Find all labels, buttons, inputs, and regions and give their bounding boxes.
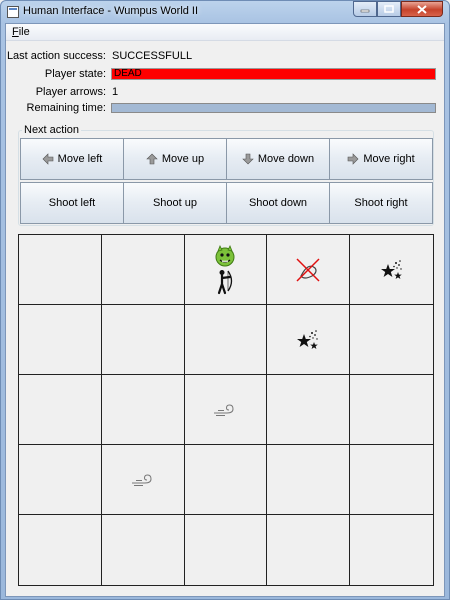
maximize-button[interactable] [377, 1, 401, 17]
board-cell [101, 375, 185, 445]
board-cell [267, 305, 351, 375]
board-cell [350, 375, 433, 445]
remaining-time-label: Remaining time: [26, 102, 106, 114]
maximize-icon [384, 5, 394, 13]
board-cell [267, 515, 351, 585]
player-state-label: Player state: [44, 68, 106, 80]
board-cell [267, 235, 351, 305]
arrow-down-icon [242, 153, 254, 165]
board-cell [19, 515, 102, 585]
move-right-button[interactable]: Move right [329, 138, 433, 180]
board-cell [185, 515, 268, 585]
move-down-label: Move down [257, 153, 315, 165]
player-arrows-value: 1 [112, 86, 119, 98]
last-action-label: Last action success: [6, 50, 106, 62]
stench-stars-icon [380, 258, 404, 282]
next-action-title: Next action [22, 124, 82, 136]
arrow-up-icon [146, 153, 158, 165]
board-cell [350, 515, 433, 585]
title-bar[interactable]: Human Interface - Wumpus World II [1, 1, 449, 23]
board-cell [19, 445, 102, 515]
move-up-label: Move up [161, 153, 205, 165]
content-pane: File Last action success: SUCCESSFULL Pl… [5, 23, 445, 597]
board-cell [184, 375, 268, 445]
move-left-button[interactable]: Move left [20, 138, 124, 180]
shoot-right-button[interactable]: Shoot right [329, 182, 433, 224]
board-cell [184, 305, 268, 375]
shoot-up-label: Shoot up [152, 197, 198, 209]
remaining-time-fill [112, 104, 435, 112]
move-up-button[interactable]: Move up [123, 138, 227, 180]
board-cell [267, 375, 351, 445]
wumpus-board [18, 234, 434, 586]
shoot-up-button[interactable]: Shoot up [123, 182, 227, 224]
minimize-icon [360, 9, 370, 13]
remaining-time-bar [111, 103, 436, 113]
stench-stars-icon [296, 328, 320, 352]
minimize-button[interactable] [353, 1, 377, 17]
window-title: Human Interface - Wumpus World II [23, 5, 199, 17]
java-app-icon [7, 6, 19, 18]
last-action-value: SUCCESSFULL [112, 50, 193, 62]
no-pit-icon [294, 256, 322, 284]
shoot-buttons-row: Shoot left Shoot up Shoot down Shoot rig… [20, 182, 433, 224]
arrow-left-icon [42, 153, 53, 165]
shoot-down-button[interactable]: Shoot down [226, 182, 330, 224]
board-cell [184, 445, 268, 515]
move-left-label: Move left [57, 153, 103, 165]
menu-file-label: ile [18, 26, 30, 38]
board-cell [19, 235, 102, 305]
shoot-down-label: Shoot down [248, 197, 308, 209]
close-button[interactable] [401, 1, 443, 17]
menu-file-mnemonic: F [12, 26, 19, 38]
shoot-right-label: Shoot right [354, 197, 408, 209]
close-icon [417, 4, 427, 14]
board-cell [350, 235, 433, 305]
board-cell [267, 445, 351, 515]
board-cell [19, 305, 102, 375]
menu-bar: File [6, 24, 444, 41]
archer-icon [215, 269, 235, 295]
board-cell [184, 235, 268, 305]
board-cell [350, 305, 433, 375]
board-cell [101, 445, 185, 515]
shoot-left-label: Shoot left [48, 197, 96, 209]
player-state-value: DEAD [114, 68, 142, 79]
breeze-icon [213, 403, 237, 417]
board-cell [350, 445, 433, 515]
wumpus-icon [214, 244, 236, 267]
board-cell [101, 235, 185, 305]
menu-file[interactable]: File [12, 26, 30, 38]
player-arrows-label: Player arrows: [35, 86, 106, 98]
move-buttons-row: Move left Move up Move down Move right [20, 138, 433, 180]
arrow-right-icon [348, 153, 359, 165]
player-state-bar: DEAD [111, 68, 436, 80]
board-cell [19, 375, 102, 445]
move-down-button[interactable]: Move down [226, 138, 330, 180]
board-cell [101, 305, 185, 375]
breeze-icon [131, 473, 155, 487]
shoot-left-button[interactable]: Shoot left [20, 182, 124, 224]
board-cell [102, 515, 185, 585]
app-window: Human Interface - Wumpus World II File L… [0, 0, 450, 600]
move-right-label: Move right [363, 153, 415, 165]
